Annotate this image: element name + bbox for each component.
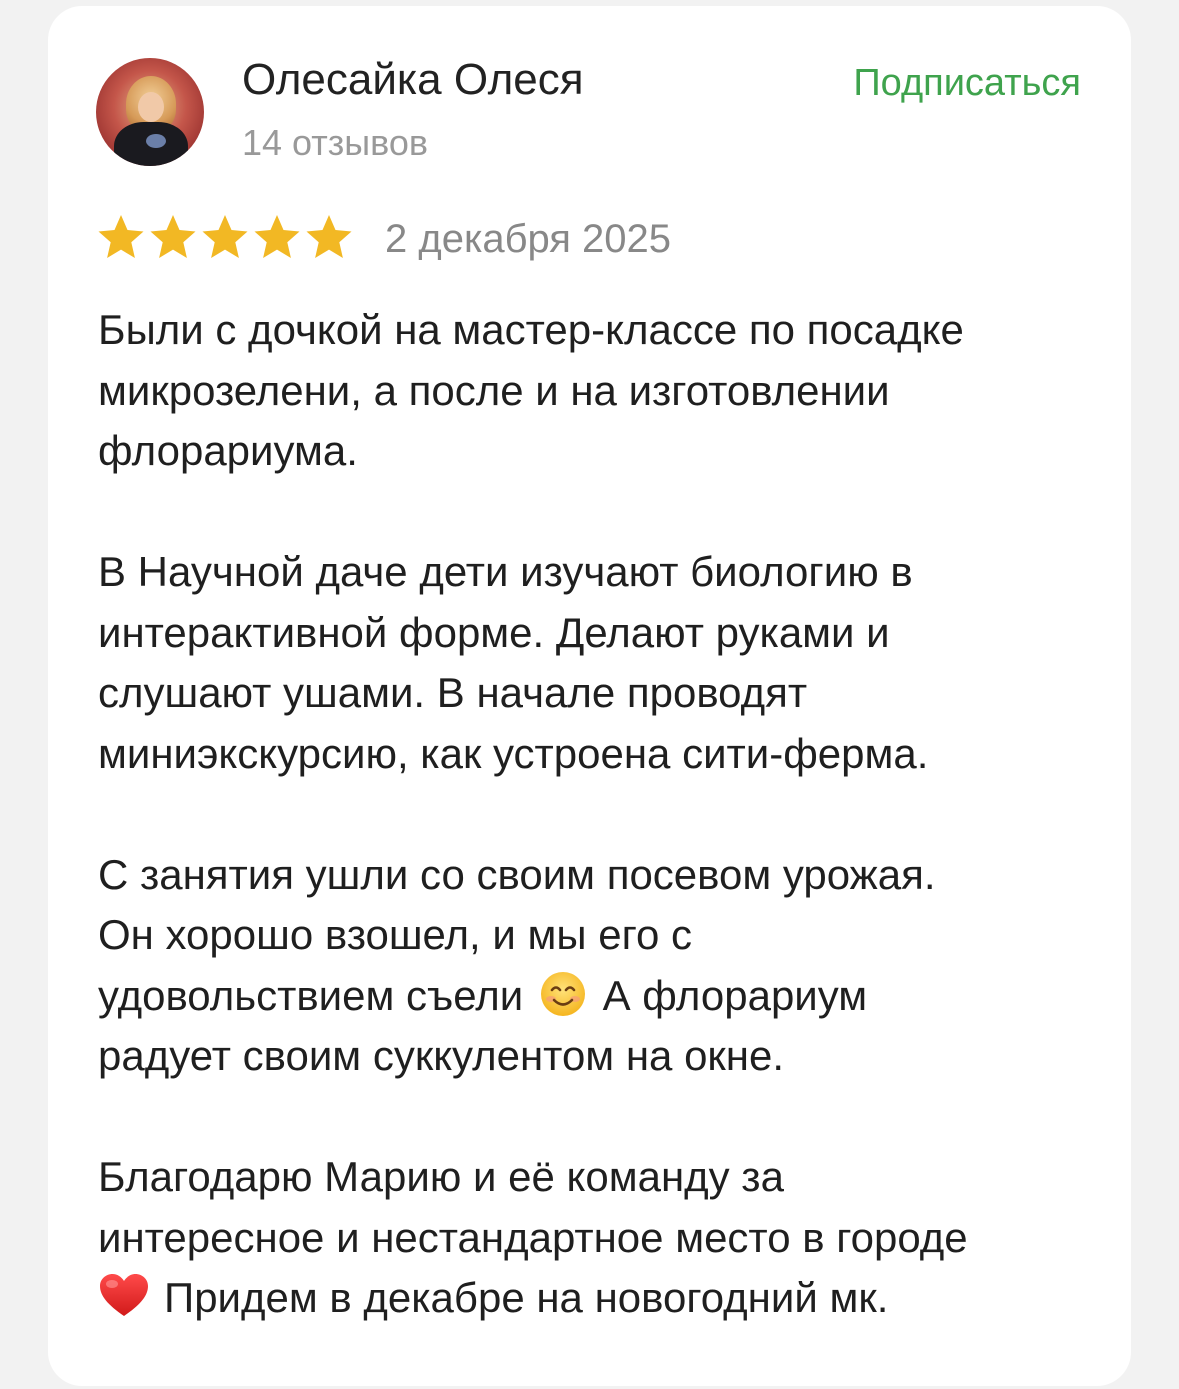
- review-count: 14 отзывов: [242, 122, 429, 163]
- review-line: Он хорошо взошел, и мы его с: [98, 911, 692, 958]
- review-line-text: Придем в декабре на новогодний мк.: [164, 1274, 889, 1321]
- star-icon: [96, 212, 146, 264]
- review-line: удовольствием съели А флорариум: [98, 966, 1098, 1027]
- author-name[interactable]: Олесайка Олеся: [242, 52, 584, 108]
- review-line: интересное и нестандартное место в город…: [98, 1213, 968, 1261]
- star-icon: [200, 212, 250, 264]
- review-line: микрозелени, а после и на изготовлении: [98, 366, 890, 414]
- author-avatar[interactable]: [96, 58, 204, 166]
- red-heart-icon: [98, 1272, 150, 1320]
- review-line: слушают ушами. В начале проводят: [98, 669, 808, 716]
- review-line-start: удовольствием съели: [98, 971, 524, 1019]
- review-line: радует своим суккулентом на окне.: [98, 1032, 785, 1079]
- subscribe-button[interactable]: Подписаться: [853, 58, 1081, 108]
- review-paragraph: Были с дочкой на мастер-классе по посадк…: [98, 300, 1098, 482]
- review-line-end: А флорариум: [602, 971, 868, 1019]
- review-paragraph: Благодарю Марию и её команду за интересн…: [98, 1147, 1098, 1329]
- review-line: Придем в декабре на новогодний мк.: [98, 1268, 1098, 1329]
- review-line: С занятия ушли со своим посевом урожая.: [98, 850, 936, 898]
- review-text: Были с дочкой на мастер-классе по посадк…: [98, 300, 1098, 1389]
- review-date: 2 декабря 2025: [385, 217, 672, 261]
- smiling-face-icon: [539, 970, 587, 1018]
- review-paragraph: С занятия ушли со своим посевом урожая. …: [98, 845, 1098, 1087]
- star-icon: [304, 212, 354, 264]
- rating-stars: [96, 212, 354, 264]
- review-line: В Научной даче дети изучают биологию в: [98, 548, 913, 595]
- review-paragraph: В Научной даче дети изучают биологию в и…: [98, 542, 1098, 784]
- review-line: миниэкскурсию, как устроена сити-ферма.: [98, 729, 929, 777]
- star-icon: [252, 212, 302, 264]
- review-line: Благодарю Марию и её команду за: [98, 1153, 784, 1200]
- review-line: флорариума.: [98, 427, 358, 474]
- review-line: Были с дочкой на мастер-классе по посадк…: [98, 306, 964, 353]
- review-line: интерактивной форме. Делают руками и: [98, 608, 890, 656]
- star-icon: [148, 212, 198, 264]
